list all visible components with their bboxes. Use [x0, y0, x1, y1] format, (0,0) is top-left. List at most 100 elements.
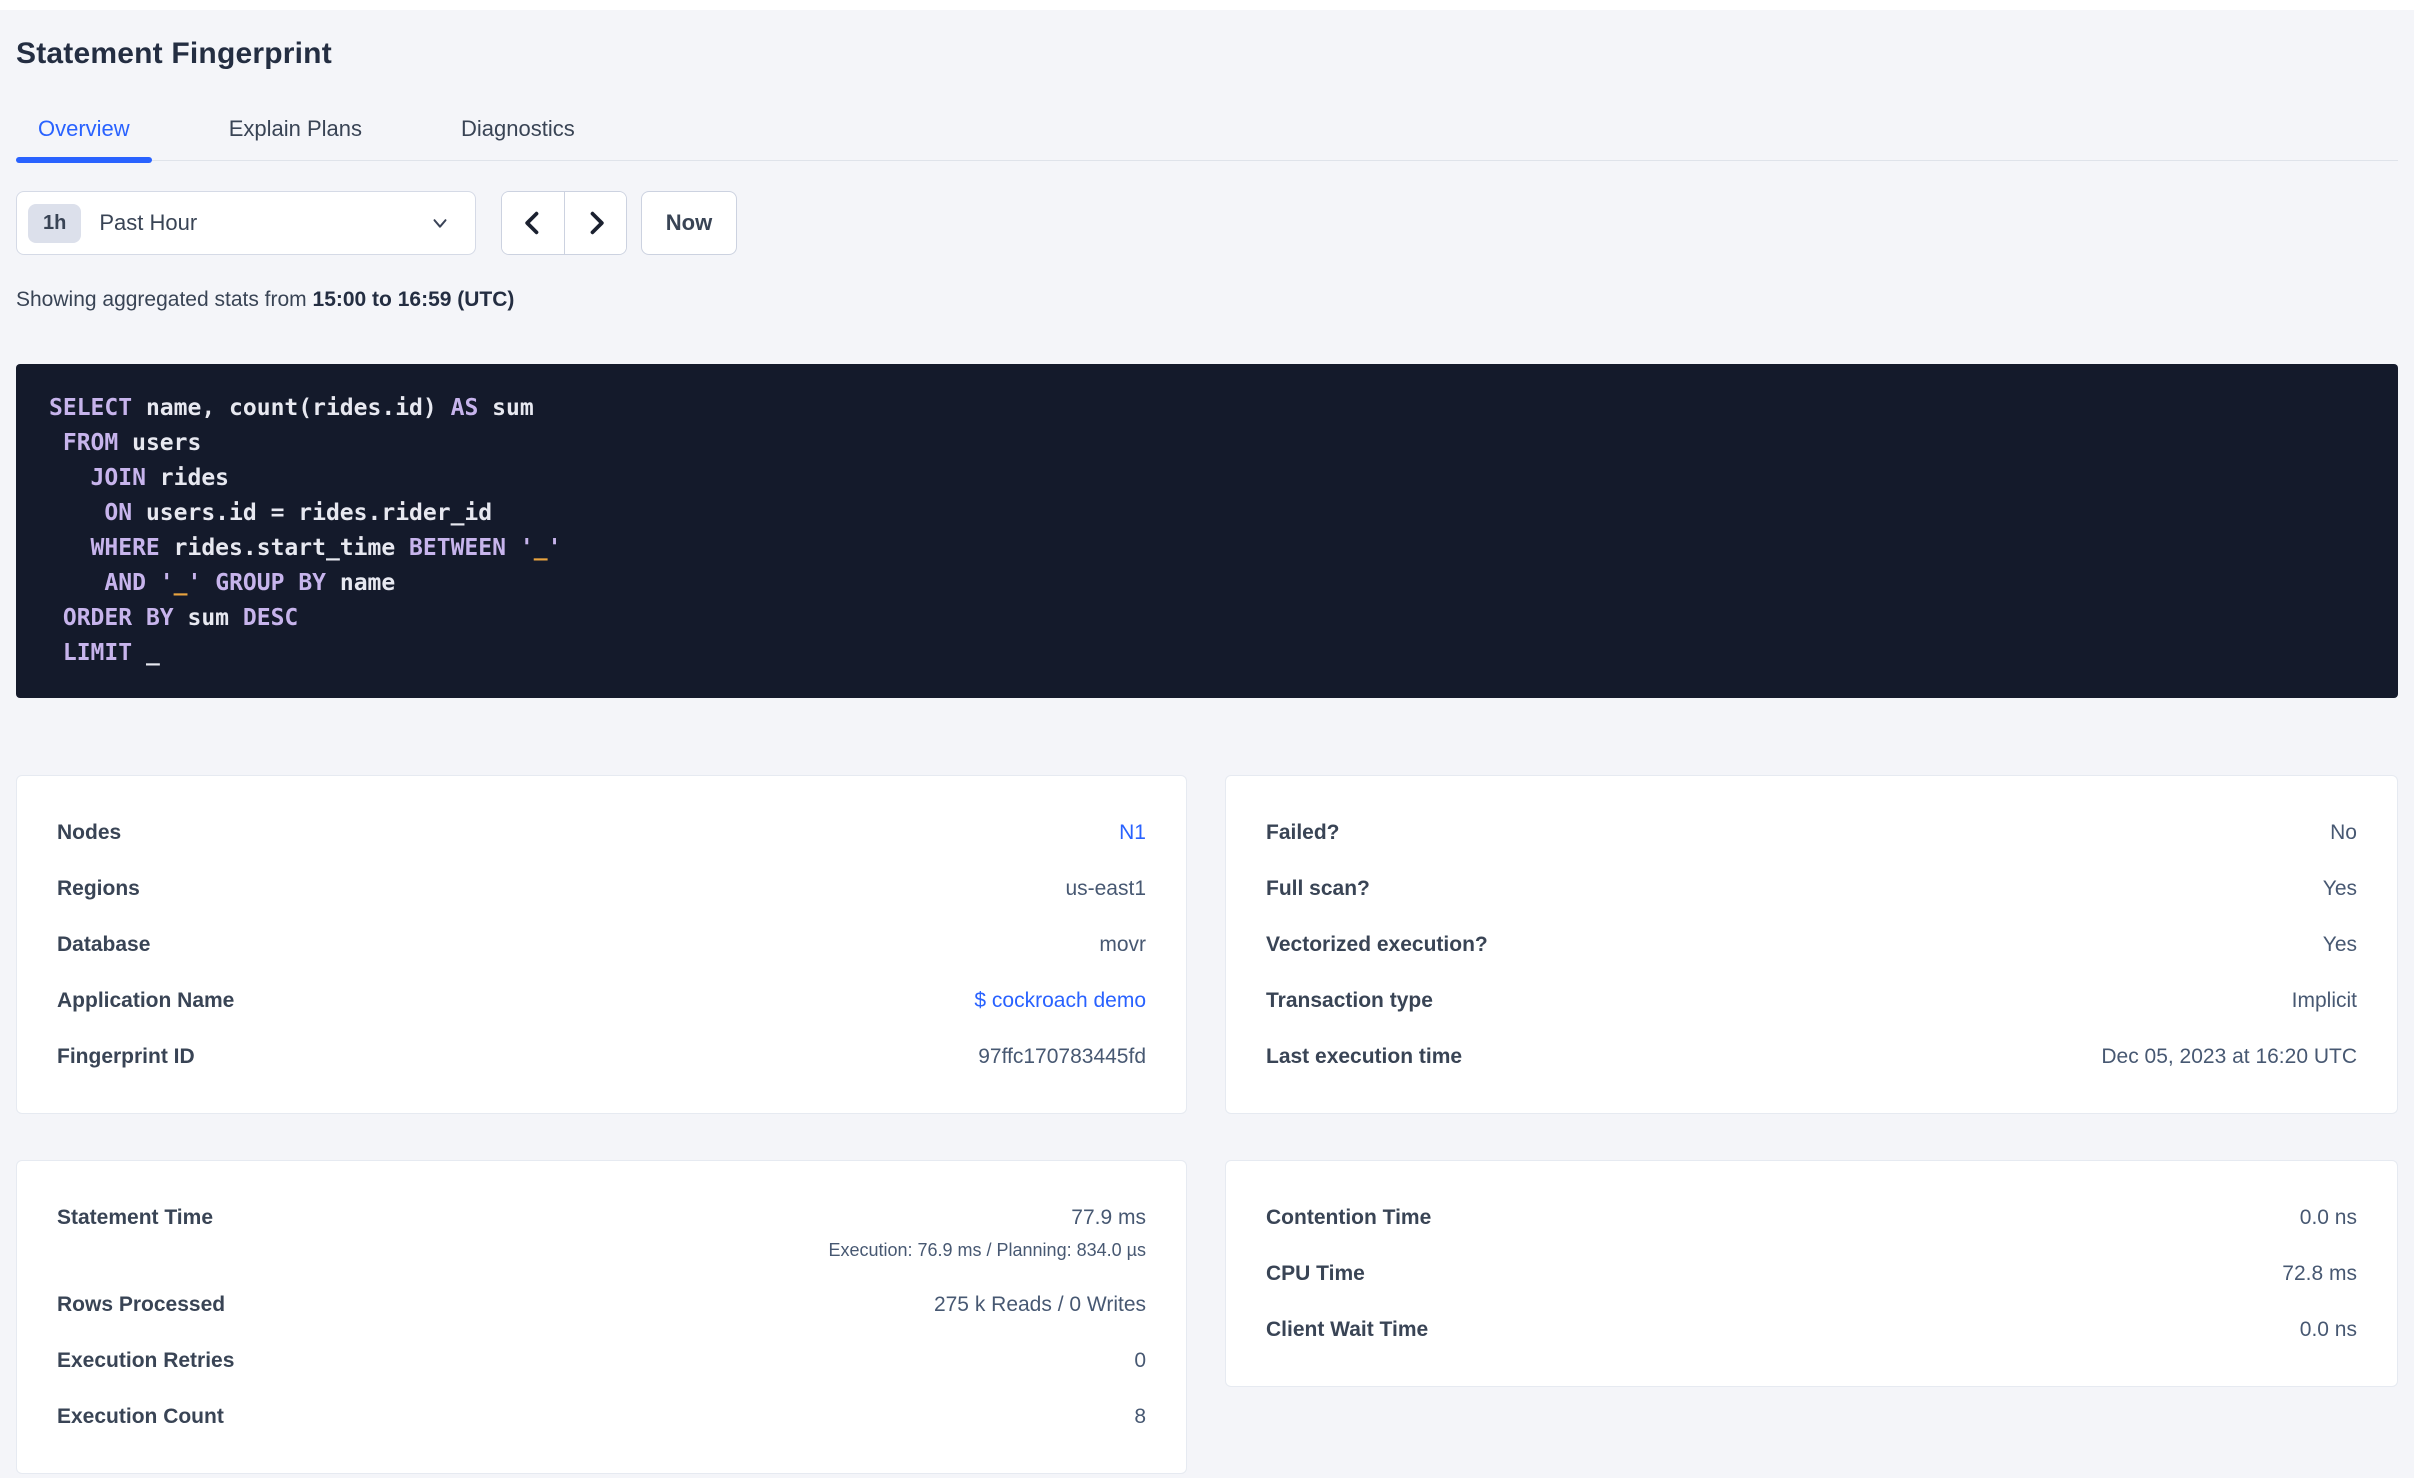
prev-range-button[interactable] — [502, 192, 564, 254]
chevron-down-icon — [433, 219, 447, 228]
stat-row: Vectorized execution? Yes — [1266, 932, 2357, 957]
stat-value: us-east1 — [1065, 877, 1146, 900]
stat-value-wrap: 0 — [1134, 1348, 1146, 1373]
stats-cards-grid: Nodes N1 Regions us-east1 Database movr Applic… — [16, 775, 2398, 1474]
chevron-left-icon — [525, 211, 539, 235]
page-title: Statement Fingerprint — [16, 37, 332, 70]
stat-label: Execution Retries — [57, 1349, 235, 1372]
stat-label: Statement Time — [57, 1206, 213, 1229]
stat-subvalue: Execution: 76.9 ms / Planning: 834.0 µs — [828, 1240, 1146, 1260]
aggregated-stats-summary: Showing aggregated stats from 15:00 to 1… — [16, 288, 2398, 312]
stat-row: Fingerprint ID 97ffc170783445fd — [57, 1044, 1146, 1069]
stat-label: Transaction type — [1266, 989, 1433, 1012]
stat-value-wrap: 77.9 ms Execution: 76.9 ms / Planning: 83… — [828, 1205, 1146, 1261]
time-range-badge: 1h — [28, 203, 82, 243]
stat-row: Full scan? Yes — [1266, 876, 2357, 901]
top-strip — [0, 0, 2414, 10]
stat-value-wrap: N1 — [1119, 820, 1146, 845]
stat-row: Client Wait Time 0.0 ns — [1266, 1317, 2357, 1342]
stat-row: Failed? No — [1266, 820, 2357, 845]
stat-value: 0 — [1134, 1349, 1146, 1372]
summary-range: 15:00 to 16:59 (UTC) — [312, 288, 515, 311]
stat-row: Rows Processed 275 k Reads / 0 Writes — [57, 1292, 1146, 1317]
stat-value-wrap: Dec 05, 2023 at 16:20 UTC — [2101, 1044, 2357, 1069]
stat-value: Dec 05, 2023 at 16:20 UTC — [2101, 1045, 2357, 1068]
chevron-right-icon — [590, 211, 604, 235]
sql-line: ON users.id = rides.rider_id — [104, 500, 493, 526]
wait-times-card: Contention Time 0.0 ns CPU Time 72.8 ms Clie… — [1225, 1160, 2398, 1387]
stat-row: Transaction type Implicit — [1266, 988, 2357, 1013]
stat-row: Regions us-east1 — [57, 876, 1146, 901]
stat-value: 8 — [1134, 1405, 1146, 1428]
next-range-button[interactable] — [564, 192, 626, 254]
stat-value-wrap: 275 k Reads / 0 Writes — [934, 1292, 1146, 1317]
tab-explain-plans[interactable]: Explain Plans — [207, 102, 384, 160]
time-controls: 1h Past Hour Now — [16, 191, 2398, 255]
stat-value: No — [2330, 821, 2357, 844]
stat-row: Execution Retries 0 — [57, 1348, 1146, 1373]
statement-details-card: Nodes N1 Regions us-east1 Database movr Applic… — [16, 775, 1187, 1114]
tab-diagnostics[interactable]: Diagnostics — [439, 102, 597, 160]
stat-value: Implicit — [2291, 989, 2357, 1012]
stat-value-link[interactable]: $ cockroach demo — [974, 989, 1146, 1012]
stat-row: Execution Count 8 — [57, 1404, 1146, 1429]
time-range-select[interactable]: 1h Past Hour — [16, 191, 476, 255]
stat-label: Nodes — [57, 821, 122, 844]
time-range-value: Past Hour — [99, 210, 198, 235]
stat-row: Statement Time 77.9 ms Execution: 76.9 ms … — [57, 1205, 1146, 1261]
tab-bar: Overview Explain Plans Diagnostics — [16, 102, 2398, 163]
stat-label: Client Wait Time — [1266, 1318, 1429, 1341]
stat-label: CPU Time — [1266, 1262, 1365, 1285]
stat-value-wrap: 0.0 ns — [2300, 1317, 2357, 1342]
stat-value-wrap: us-east1 — [1065, 876, 1146, 901]
stat-label: Rows Processed — [57, 1293, 226, 1316]
stat-value: 0.0 ns — [2299, 1318, 2357, 1341]
stat-value: 97ffc170783445fd — [978, 1045, 1146, 1068]
summary-prefix: Showing aggregated stats from — [16, 288, 313, 311]
stat-value-wrap: Yes — [2323, 932, 2357, 957]
stat-label: Regions — [57, 877, 140, 900]
stat-value-wrap: 8 — [1134, 1404, 1146, 1429]
sql-line: JOIN rides — [90, 465, 230, 491]
stat-label: Last execution time — [1266, 1045, 1463, 1068]
stat-label: Contention Time — [1266, 1206, 1432, 1229]
sql-line: ORDER BY sum DESC — [62, 605, 299, 631]
stat-value-wrap: Implicit — [2292, 988, 2357, 1013]
sql-line: WHERE rides.start_time BETWEEN '_' — [90, 535, 562, 561]
sql-line: LIMIT _ — [62, 640, 160, 666]
stat-value-wrap: movr — [1099, 932, 1146, 957]
stat-value: 0.0 ns — [2299, 1206, 2357, 1229]
stat-label: Full scan? — [1266, 877, 1370, 900]
tab-overview[interactable]: Overview — [16, 102, 152, 163]
stat-row: Nodes N1 — [57, 820, 1146, 845]
stat-label: Failed? — [1266, 821, 1340, 844]
sql-statement-code: SELECT name, count(rides.id) AS sum FROM… — [49, 391, 2368, 671]
statement-timing-card: Statement Time 77.9 ms Execution: 76.9 ms … — [16, 1160, 1187, 1474]
stat-row: CPU Time 72.8 ms — [1266, 1261, 2357, 1286]
stat-value: Yes — [2322, 933, 2357, 956]
stat-value: 275 k Reads / 0 Writes — [933, 1293, 1146, 1316]
stat-value: 72.8 ms — [2282, 1262, 2357, 1285]
stat-value-wrap: $ cockroach demo — [974, 988, 1146, 1013]
stat-value: Yes — [2322, 877, 2357, 900]
sql-line: SELECT name, count(rides.id) AS sum — [49, 395, 534, 421]
stat-value-link[interactable]: N1 — [1119, 821, 1146, 844]
stat-label: Vectorized execution? — [1266, 933, 1488, 956]
sql-line: AND '_' GROUP BY name — [104, 570, 396, 596]
stat-value-wrap: 97ffc170783445fd — [978, 1044, 1146, 1069]
now-button[interactable]: Now — [641, 191, 737, 255]
stat-label: Execution Count — [57, 1405, 224, 1428]
sql-line: FROM users — [62, 430, 202, 456]
stat-row: Last execution time Dec 05, 2023 at 16:20… — [1266, 1044, 2357, 1069]
stat-value-wrap: 72.8 ms — [2282, 1261, 2357, 1286]
statement-attributes-card: Failed? No Full scan? Yes Vectorized executi… — [1225, 775, 2398, 1114]
stat-value-wrap: 0.0 ns — [2300, 1205, 2357, 1230]
stat-row: Application Name $ cockroach demo — [57, 988, 1146, 1013]
stat-value-wrap: Yes — [2323, 876, 2357, 901]
stat-label: Application Name — [57, 989, 235, 1012]
stat-row: Database movr — [57, 932, 1146, 957]
stat-value-wrap: No — [2330, 820, 2357, 845]
stat-label: Database — [57, 933, 151, 956]
stat-value: 77.9 ms — [1071, 1206, 1146, 1229]
time-range-arrows — [501, 191, 627, 255]
